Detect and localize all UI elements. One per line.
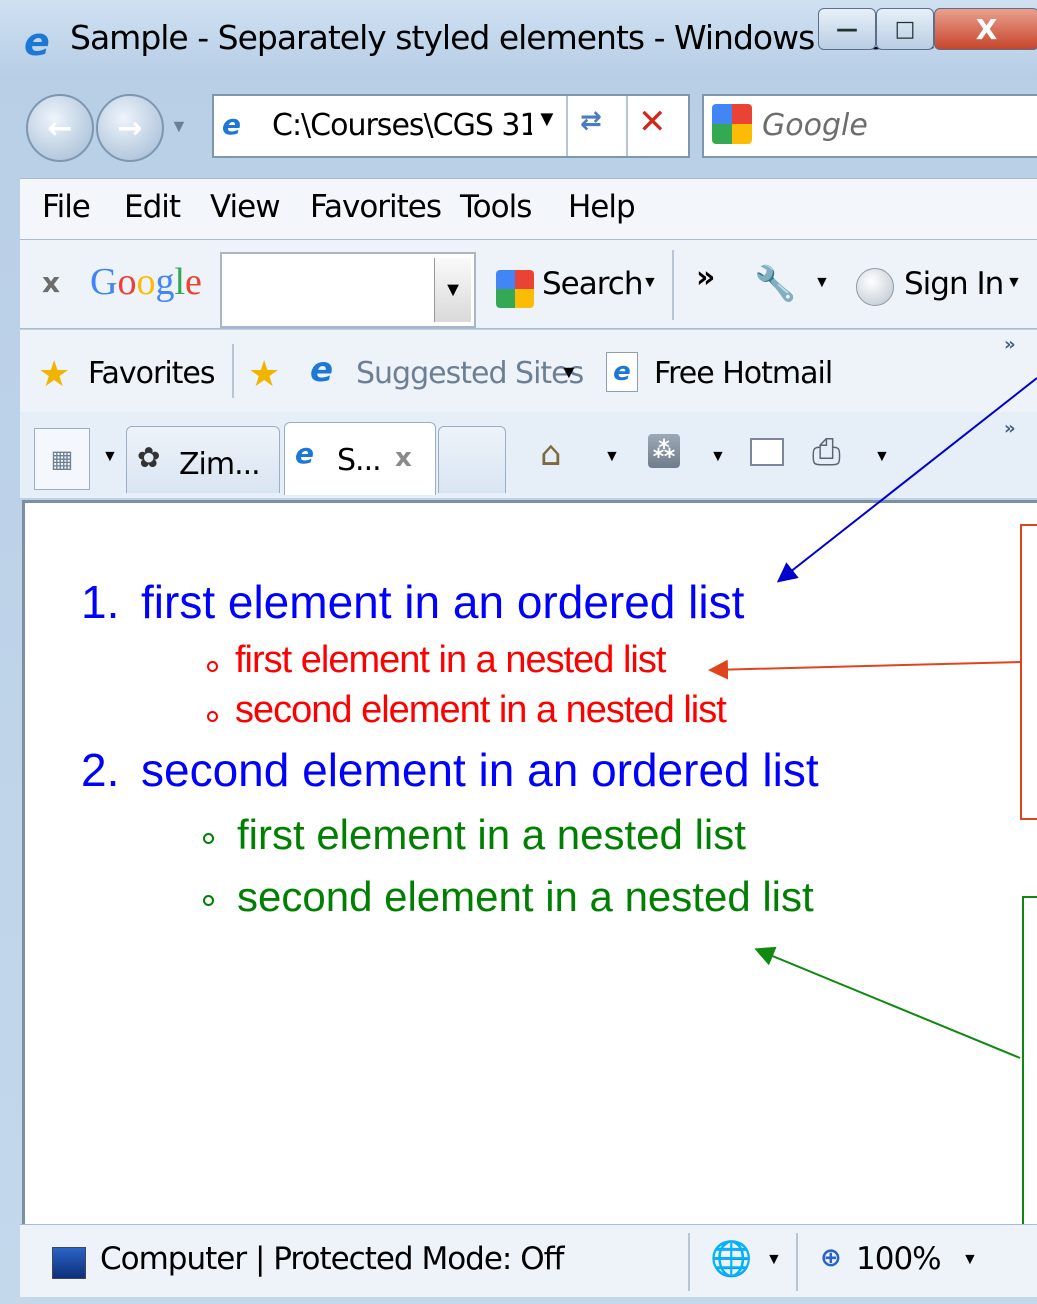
favorites-button[interactable]: Favorites	[88, 356, 216, 391]
nested-list-item: first element in a nested list	[235, 639, 666, 681]
feeds-icon[interactable]: ⁂	[648, 434, 680, 468]
status-bar: Computer | Protected Mode: Off 🌐 ▼ ⊕ 100…	[20, 1224, 1037, 1297]
menu-help[interactable]: Help	[568, 189, 636, 225]
favorites-more-chevron[interactable]: »	[1004, 334, 1016, 355]
status-text: Computer | Protected Mode: Off	[100, 1241, 564, 1277]
more-toolbar-buttons[interactable]: »	[696, 260, 715, 295]
settings-dropdown[interactable]: ▼	[814, 274, 830, 292]
divider	[796, 1233, 798, 1291]
quick-tabs-button[interactable]: ▦	[34, 428, 90, 490]
star-icon: ★	[38, 354, 71, 395]
address-text[interactable]: C:\Courses\CGS 31	[272, 108, 532, 143]
signin-icon	[856, 268, 894, 306]
search-placeholder[interactable]: Google	[762, 108, 868, 143]
forward-button[interactable]: →	[96, 94, 164, 162]
home-icon[interactable]: ⌂	[540, 434, 562, 474]
circle-bullet-icon	[203, 833, 214, 844]
security-globe-icon[interactable]: 🌐	[710, 1239, 752, 1279]
print-icon[interactable]: ⎙	[812, 432, 841, 474]
divider	[672, 250, 674, 320]
page-favicon-icon: ✿	[137, 441, 161, 474]
menu-bar: File Edit View Favorites Tools Help	[20, 178, 1037, 240]
search-history-dropdown[interactable]: ▼	[434, 258, 471, 322]
feeds-dropdown[interactable]: ▼	[710, 448, 726, 466]
favorites-bar: ★ Favorites ★ e Suggested Sites ▼ e Free…	[20, 330, 1037, 412]
security-dropdown[interactable]: ▼	[766, 1251, 782, 1269]
wrench-icon[interactable]: 🔧	[754, 264, 796, 304]
recent-pages-dropdown[interactable]: ▼	[170, 116, 188, 137]
search-options-dropdown[interactable]: ▼	[642, 274, 658, 292]
ie-page-icon: e	[295, 437, 314, 470]
new-tab-button[interactable]	[438, 426, 506, 493]
green-callout-box	[1022, 896, 1037, 1250]
zoom-level[interactable]: 100%	[856, 1241, 942, 1277]
tab-zim[interactable]: ✿ Zim...	[126, 426, 280, 493]
refresh-icon[interactable]: ⇄	[580, 106, 602, 136]
add-favorite-icon[interactable]: ★	[248, 354, 280, 395]
zoom-dropdown[interactable]: ▼	[962, 1251, 978, 1269]
divider	[232, 344, 234, 398]
minimize-button[interactable]: —	[818, 8, 876, 50]
stop-icon[interactable]: ✕	[638, 102, 667, 142]
read-mail-icon[interactable]	[750, 438, 784, 466]
nested-list-item: first element in a nested list	[237, 811, 746, 858]
title-bar: e Sample - Separately styled elements - …	[0, 0, 1037, 80]
sign-in-dropdown[interactable]: ▼	[1006, 274, 1022, 292]
search-box[interactable]: Google	[702, 94, 1037, 158]
sign-in-button[interactable]: Sign In	[904, 266, 1004, 302]
close-tab-button[interactable]: x	[395, 443, 412, 473]
page-content: 1. first element in an ordered list firs…	[22, 500, 1037, 1225]
menu-favorites[interactable]: Favorites	[310, 189, 442, 225]
close-toolbar-icon[interactable]: x	[42, 266, 60, 299]
tab-list-dropdown[interactable]: ▼	[102, 448, 118, 466]
address-bar[interactable]: e C:\Courses\CGS 31 ▼ ⇄ ✕	[212, 94, 690, 158]
tab-label: Zim...	[179, 447, 261, 482]
computer-zone-icon	[52, 1247, 86, 1279]
google-search-icon	[712, 104, 752, 144]
ordered-list-item: first element in an ordered list	[141, 576, 745, 628]
ie-page-icon: e	[222, 108, 241, 141]
free-hotmail-link[interactable]: Free Hotmail	[654, 356, 833, 391]
tab-label: S...	[337, 443, 382, 478]
close-window-button[interactable]: X	[934, 8, 1037, 50]
nested-list-item: second element in a nested list	[237, 873, 814, 920]
circle-bullet-icon	[207, 711, 218, 722]
menu-file[interactable]: File	[42, 189, 91, 225]
navigation-bar: ← → ▼ e C:\Courses\CGS 31 ▼ ⇄ ✕ Google	[0, 84, 1037, 172]
divider	[688, 1233, 690, 1291]
divider	[626, 96, 628, 156]
google-icon	[496, 270, 534, 308]
zoom-icon[interactable]: ⊕	[820, 1243, 842, 1273]
suggested-sites-link[interactable]: Suggested Sites	[356, 356, 584, 391]
home-dropdown[interactable]: ▼	[604, 448, 620, 466]
menu-edit[interactable]: Edit	[124, 189, 181, 225]
ordered-list-number: 1.	[81, 576, 120, 628]
circle-bullet-icon	[207, 661, 218, 672]
nested-list-item: second element in a nested list	[235, 689, 727, 731]
circle-bullet-icon	[203, 895, 214, 906]
menu-view[interactable]: View	[210, 189, 281, 225]
address-dropdown-icon[interactable]: ▼	[536, 106, 558, 132]
google-search-button[interactable]: Search	[542, 266, 644, 302]
tab-bar: ▦ ▼ ✿ Zim... e S... x ⌂ ▼ ⁂ ▼ ⎙ ▼ »	[20, 412, 1037, 498]
maximize-button[interactable]: □	[876, 8, 934, 50]
print-dropdown[interactable]: ▼	[874, 448, 890, 466]
back-button[interactable]: ←	[26, 94, 94, 162]
ordered-list-number: 2.	[81, 744, 120, 796]
ie-logo-icon: e	[24, 20, 50, 64]
ordered-list-item: second element in an ordered list	[141, 744, 819, 796]
ie-logo-icon: e	[310, 350, 334, 390]
command-bar-more-chevron[interactable]: »	[1004, 418, 1016, 439]
divider	[566, 96, 568, 156]
ie-page-icon: e	[606, 352, 638, 392]
browser-window: e Sample - Separately styled elements - …	[0, 0, 1037, 1304]
tab-sample-active[interactable]: e S... x	[284, 422, 436, 495]
google-toolbar: x Google ▼ Search ▼ » 🔧 ▼ Sign In ▼	[20, 240, 1037, 329]
red-callout-box	[1020, 524, 1037, 820]
suggested-sites-dropdown[interactable]: ▼	[560, 362, 578, 383]
google-logo: Google	[90, 261, 202, 303]
menu-tools[interactable]: Tools	[460, 189, 532, 225]
